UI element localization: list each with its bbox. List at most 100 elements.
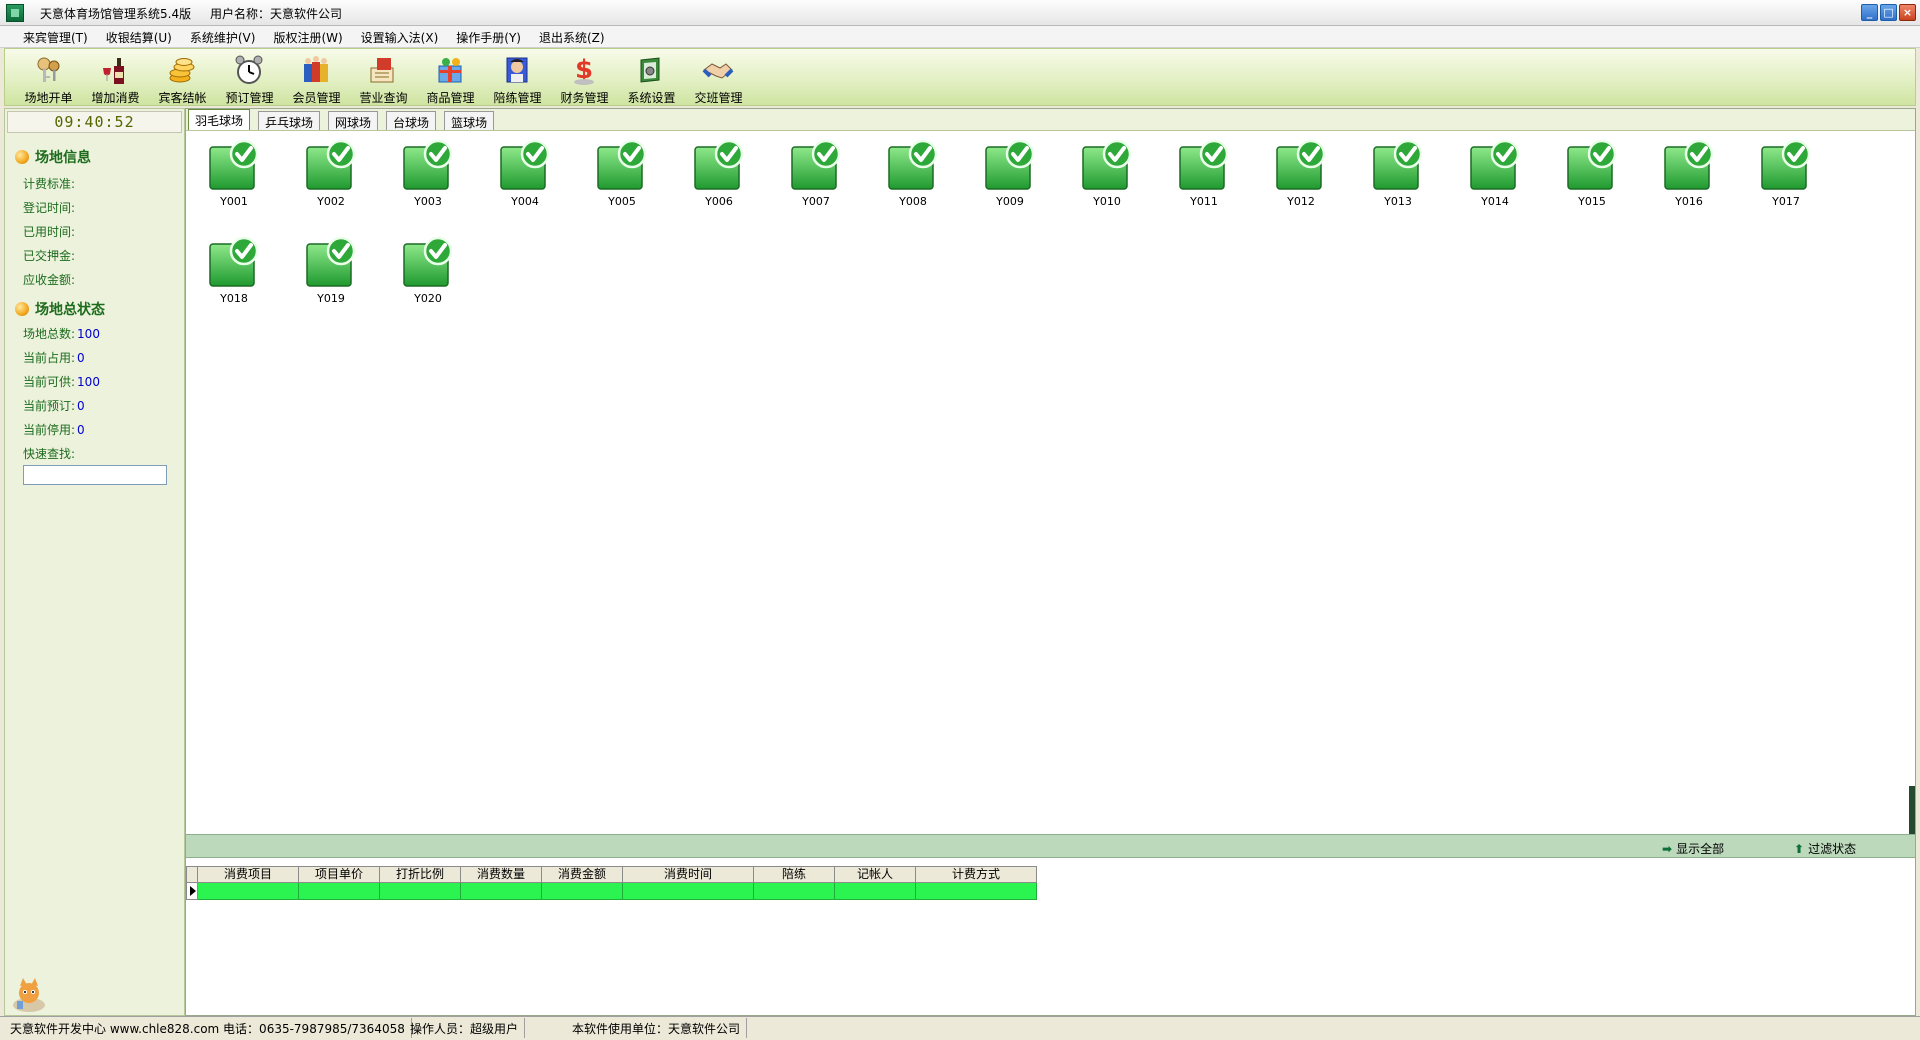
- table-cell[interactable]: [623, 883, 754, 900]
- table-cell[interactable]: [754, 883, 835, 900]
- court-tile[interactable]: Y014: [1457, 139, 1527, 219]
- toolbar-button-4[interactable]: 会员管理: [283, 49, 350, 105]
- arrow-up-icon: ⬆: [1794, 842, 1805, 856]
- menu-copyright-registration[interactable]: 版权注册(W): [264, 26, 351, 47]
- court-available-check-icon: [1567, 139, 1617, 190]
- court-tile[interactable]: Y007: [778, 139, 848, 219]
- table-cell[interactable]: [461, 883, 542, 900]
- court-tile[interactable]: Y019: [293, 236, 363, 316]
- court-available-check-icon: [1082, 139, 1132, 190]
- court-tile[interactable]: Y011: [1166, 139, 1236, 219]
- court-tile[interactable]: Y016: [1651, 139, 1721, 219]
- tab-basketball[interactable]: 篮球场: [444, 111, 495, 130]
- column-header[interactable]: 打折比例: [380, 866, 461, 883]
- table-cell[interactable]: [299, 883, 380, 900]
- court-tile[interactable]: Y006: [681, 139, 751, 219]
- toolbar-button-10[interactable]: 交班管理: [685, 49, 752, 105]
- table-cell[interactable]: [198, 883, 299, 900]
- total-venues-row: 场地总数: 100: [23, 327, 100, 341]
- maximize-button[interactable]: □: [1880, 4, 1897, 21]
- court-tile[interactable]: Y005: [584, 139, 654, 219]
- court-tile[interactable]: Y010: [1069, 139, 1139, 219]
- menu-cashier-checkout[interactable]: 收银结算(U): [97, 26, 181, 47]
- column-header[interactable]: 陪练: [754, 866, 835, 883]
- court-available-check-icon: [985, 139, 1035, 190]
- quick-search-input[interactable]: [23, 465, 167, 485]
- court-tile[interactable]: Y020: [390, 236, 460, 316]
- scrollbar-thumb[interactable]: [1909, 786, 1915, 838]
- court-available-check-icon: [1179, 139, 1229, 190]
- court-type-tabs: 羽毛球场 乒乓球场 网球场 台球场 篮球场: [186, 109, 1915, 131]
- total-venues-value: 100: [77, 327, 100, 341]
- column-header[interactable]: 消费金额: [542, 866, 623, 883]
- toolbar-button-label: 陪练管理: [493, 91, 542, 105]
- tab-tennis[interactable]: 网球场: [328, 111, 379, 130]
- court-label: Y010: [1093, 195, 1121, 208]
- column-header[interactable]: 项目单价: [299, 866, 380, 883]
- court-tile[interactable]: Y001: [196, 139, 266, 219]
- court-available-check-icon: [403, 139, 453, 190]
- column-header[interactable]: 消费数量: [461, 866, 542, 883]
- toolbar-button-label: 宾客结帐: [158, 91, 207, 105]
- court-label: Y014: [1481, 195, 1509, 208]
- column-header[interactable]: 记帐人: [835, 866, 916, 883]
- court-label: Y018: [220, 292, 248, 305]
- toolbar-button-6[interactable]: 商品管理: [417, 49, 484, 105]
- coins-icon: [169, 58, 195, 83]
- court-tile[interactable]: Y004: [487, 139, 557, 219]
- toolbar-button-0[interactable]: 场地开单: [15, 49, 82, 105]
- court-tile[interactable]: Y003: [390, 139, 460, 219]
- court-tile[interactable]: Y002: [293, 139, 363, 219]
- status-developer: 天意软件开发中心 www.chle828.com 电话：0635-7987985…: [4, 1018, 412, 1038]
- toolbar-button-3[interactable]: 预订管理: [216, 49, 283, 105]
- available-value: 100: [77, 375, 100, 389]
- show-all-button[interactable]: ➡ 显示全部: [1662, 840, 1724, 857]
- ledger-icon: [370, 58, 394, 83]
- toolbar-button-9[interactable]: 系统设置: [618, 49, 685, 105]
- column-header[interactable]: 消费项目: [198, 866, 299, 883]
- menu-input-method[interactable]: 设置输入法(X): [352, 26, 448, 47]
- court-tile[interactable]: Y017: [1748, 139, 1818, 219]
- arrow-right-icon: ➡: [1662, 842, 1673, 856]
- tab-billiards[interactable]: 台球场: [386, 111, 437, 130]
- orange-bullet-icon: [15, 150, 29, 164]
- toolbar-button-2[interactable]: 宾客结帐: [149, 49, 216, 105]
- table-cell[interactable]: [835, 883, 916, 900]
- column-header[interactable]: 计费方式: [916, 866, 1037, 883]
- court-tile[interactable]: Y015: [1554, 139, 1624, 219]
- court-label: Y017: [1772, 195, 1800, 208]
- court-tile[interactable]: Y018: [196, 236, 266, 316]
- menu-manual[interactable]: 操作手册(Y): [447, 26, 530, 47]
- toolbar-button-1[interactable]: 增加消费: [82, 49, 149, 105]
- court-tile[interactable]: Y008: [875, 139, 945, 219]
- court-available-check-icon: [1470, 139, 1520, 190]
- column-header[interactable]: 消费时间: [623, 866, 754, 883]
- app-icon: [6, 4, 24, 22]
- table-cell[interactable]: [916, 883, 1037, 900]
- close-button[interactable]: ×: [1899, 4, 1916, 21]
- user-name-label: 用户名称：天意软件公司: [210, 7, 343, 21]
- toolbar-button-8[interactable]: $ 财务管理: [551, 49, 618, 105]
- toolbar-button-label: 会员管理: [292, 91, 341, 105]
- deposit-paid-label: 已交押金:: [23, 249, 76, 263]
- menu-exit[interactable]: 退出系统(Z): [530, 26, 614, 47]
- menu-system-maintenance[interactable]: 系统维护(V): [181, 26, 265, 47]
- filter-status-button[interactable]: ⬆ 过滤状态: [1794, 840, 1856, 857]
- table-row[interactable]: [186, 883, 1037, 900]
- table-cell[interactable]: [542, 883, 623, 900]
- toolbar-button-label: 系统设置: [627, 91, 676, 105]
- court-tile[interactable]: Y013: [1360, 139, 1430, 219]
- toolbar-button-7[interactable]: 陪练管理: [484, 49, 551, 105]
- wine-bottle-icon: [103, 58, 124, 84]
- minimize-button[interactable]: _: [1861, 4, 1878, 21]
- court-tile[interactable]: Y012: [1263, 139, 1333, 219]
- tab-badminton[interactable]: 羽毛球场: [188, 109, 251, 130]
- menu-guest-management[interactable]: 来宾管理(T): [14, 26, 97, 47]
- court-tile[interactable]: Y009: [972, 139, 1042, 219]
- table-cell[interactable]: [380, 883, 461, 900]
- consumption-toolbar: ➡ 显示全部 ⬆ 过滤状态: [186, 834, 1915, 858]
- tab-table-tennis[interactable]: 乒乓球场: [258, 111, 321, 130]
- court-label: Y012: [1287, 195, 1315, 208]
- row-pointer-icon: [186, 883, 198, 900]
- toolbar-button-5[interactable]: 营业查询: [350, 49, 417, 105]
